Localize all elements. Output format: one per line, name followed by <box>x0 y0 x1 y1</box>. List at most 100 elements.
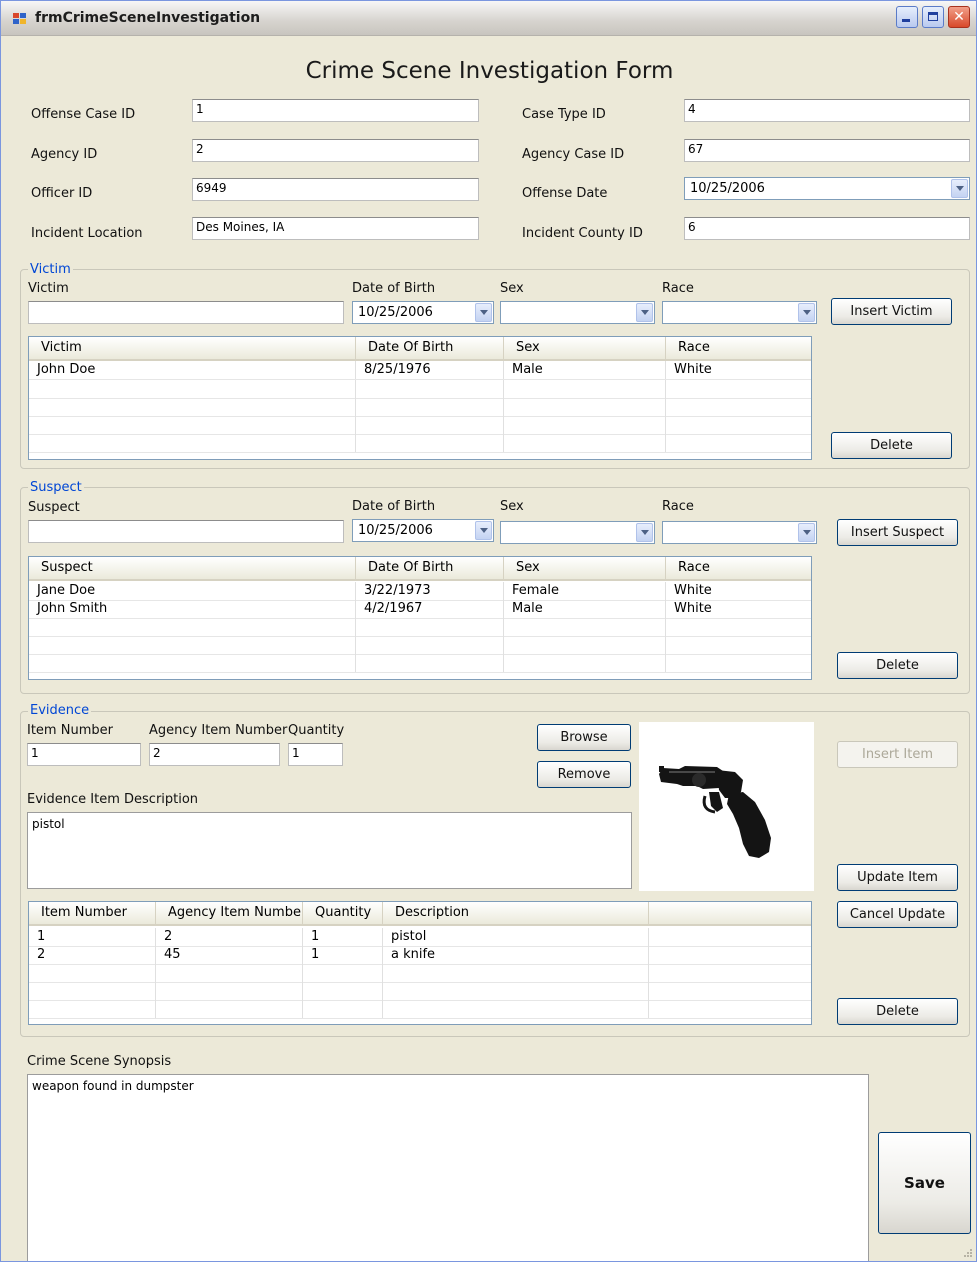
evidence-description-field[interactable]: pistol <box>27 812 632 889</box>
table-row[interactable]: Jane Doe 3/22/1973 Female White <box>29 582 811 601</box>
table-row[interactable]: John Doe 8/25/1976 Male White <box>29 361 811 380</box>
minimize-button[interactable] <box>896 6 918 28</box>
victim-col-race[interactable]: Race <box>666 337 811 359</box>
chevron-down-icon[interactable] <box>636 303 653 322</box>
cancel-update-button[interactable]: Cancel Update <box>837 901 958 928</box>
delete-victim-button[interactable]: Delete <box>831 432 952 459</box>
table-row[interactable]: 2 45 1 a knife <box>29 946 811 965</box>
agency-id-label: Agency ID <box>31 147 98 162</box>
suspect-race-label: Race <box>662 499 694 514</box>
evidence-col-quantity[interactable]: Quantity <box>303 902 383 924</box>
synopsis-field[interactable]: weapon found in dumpster <box>27 1074 869 1261</box>
chevron-down-icon[interactable] <box>475 303 492 322</box>
suspect-col-name[interactable]: Suspect <box>29 557 356 579</box>
evidence-col-description[interactable]: Description <box>383 902 649 924</box>
save-button[interactable]: Save <box>878 1132 971 1234</box>
suspect-sex-select[interactable] <box>500 521 655 544</box>
table-row[interactable]: John Smith 4/2/1967 Male White <box>29 600 811 619</box>
chevron-down-icon[interactable] <box>636 523 653 542</box>
victim-name-label: Victim <box>28 281 69 296</box>
incident-location-label: Incident Location <box>31 226 143 241</box>
victim-col-dob[interactable]: Date Of Birth <box>356 337 504 359</box>
incident-location-field[interactable]: Des Moines, IA <box>192 217 479 240</box>
victim-cell-name: John Doe <box>29 361 356 379</box>
victim-col-sex[interactable]: Sex <box>504 337 666 359</box>
table-row[interactable] <box>29 1000 811 1019</box>
insert-suspect-button[interactable]: Insert Suspect <box>837 519 958 546</box>
table-row[interactable] <box>29 982 811 1001</box>
suspect-cell-race: White <box>666 600 811 618</box>
table-row[interactable] <box>29 636 811 655</box>
victim-grid[interactable]: Victim Date Of Birth Sex Race John Doe 8… <box>28 336 812 460</box>
table-row[interactable]: 1 2 1 pistol <box>29 928 811 947</box>
victim-col-name[interactable]: Victim <box>29 337 356 359</box>
evidence-grid[interactable]: Item Number Agency Item Number Quantity … <box>28 901 812 1025</box>
victim-cell-sex: Male <box>504 361 666 379</box>
suspect-col-sex[interactable]: Sex <box>504 557 666 579</box>
suspect-cell-dob: 4/2/1967 <box>356 600 504 618</box>
resize-grip-icon[interactable] <box>963 1248 973 1258</box>
insert-victim-button[interactable]: Insert Victim <box>831 298 952 325</box>
victim-race-select[interactable] <box>662 301 817 324</box>
evidence-col-agency-item-number[interactable]: Agency Item Number <box>156 902 303 924</box>
chevron-down-icon[interactable] <box>798 523 815 542</box>
table-row[interactable] <box>29 654 811 673</box>
title-bar[interactable]: frmCrimeSceneInvestigation ✕ <box>1 1 976 36</box>
table-row[interactable] <box>29 618 811 637</box>
quantity-field[interactable]: 1 <box>288 743 343 766</box>
close-button[interactable]: ✕ <box>948 6 970 28</box>
evidence-cell-agency-item-number: 2 <box>156 928 303 946</box>
victim-dob-label: Date of Birth <box>352 281 436 296</box>
item-number-label: Item Number <box>27 723 113 738</box>
evidence-cell-quantity: 1 <box>303 928 383 946</box>
suspect-cell-name: Jane Doe <box>29 582 356 600</box>
suspect-race-select[interactable] <box>662 521 817 544</box>
agency-item-number-label: Agency Item Number <box>149 723 288 738</box>
table-row[interactable] <box>29 964 811 983</box>
agency-case-id-field[interactable]: 67 <box>684 139 970 162</box>
delete-suspect-button[interactable]: Delete <box>837 652 958 679</box>
item-number-field[interactable]: 1 <box>27 743 141 766</box>
offense-date-label: Offense Date <box>522 186 608 201</box>
evidence-col-item-number[interactable]: Item Number <box>29 902 156 924</box>
case-type-id-label: Case Type ID <box>522 107 606 122</box>
browse-button[interactable]: Browse <box>537 724 631 751</box>
table-row[interactable] <box>29 380 811 399</box>
remove-button[interactable]: Remove <box>537 761 631 788</box>
chevron-down-icon[interactable] <box>951 179 968 198</box>
minimize-icon <box>902 19 910 22</box>
chevron-down-icon[interactable] <box>798 303 815 322</box>
suspect-grid[interactable]: Suspect Date Of Birth Sex Race Jane Doe … <box>28 556 812 680</box>
case-type-id-field[interactable]: 4 <box>684 99 970 122</box>
offense-date-picker[interactable]: 10/25/2006 <box>684 177 970 200</box>
evidence-cell-agency-item-number: 45 <box>156 946 303 964</box>
suspect-dob-picker[interactable]: 10/25/2006 <box>352 519 494 542</box>
incident-county-id-field[interactable]: 6 <box>684 217 970 240</box>
update-item-button[interactable]: Update Item <box>837 864 958 891</box>
window-title: frmCrimeSceneInvestigation <box>35 10 261 26</box>
officer-id-label: Officer ID <box>31 186 93 201</box>
officer-id-field[interactable]: 6949 <box>192 178 479 201</box>
suspect-name-label: Suspect <box>28 500 80 515</box>
agency-case-id-label: Agency Case ID <box>522 147 625 162</box>
delete-item-button[interactable]: Delete <box>837 998 958 1025</box>
agency-id-field[interactable]: 2 <box>192 139 479 162</box>
quantity-label: Quantity <box>288 723 345 738</box>
victim-name-field[interactable] <box>28 301 344 324</box>
victim-dob-picker[interactable]: 10/25/2006 <box>352 301 494 324</box>
suspect-name-field[interactable] <box>28 520 344 543</box>
offense-case-id-field[interactable]: 1 <box>192 99 479 122</box>
table-row[interactable] <box>29 416 811 435</box>
evidence-grid-header: Item Number Agency Item Number Quantity … <box>29 902 811 926</box>
agency-item-number-field[interactable]: 2 <box>149 743 280 766</box>
suspect-col-race[interactable]: Race <box>666 557 811 579</box>
suspect-col-dob[interactable]: Date Of Birth <box>356 557 504 579</box>
maximize-button[interactable] <box>922 6 944 28</box>
victim-group-legend: Victim <box>28 262 73 277</box>
victim-sex-select[interactable] <box>500 301 655 324</box>
table-row[interactable] <box>29 398 811 417</box>
chevron-down-icon[interactable] <box>475 521 492 540</box>
insert-item-button[interactable]: Insert Item <box>837 741 958 768</box>
table-row[interactable] <box>29 434 811 453</box>
incident-county-id-label: Incident County ID <box>522 226 643 241</box>
